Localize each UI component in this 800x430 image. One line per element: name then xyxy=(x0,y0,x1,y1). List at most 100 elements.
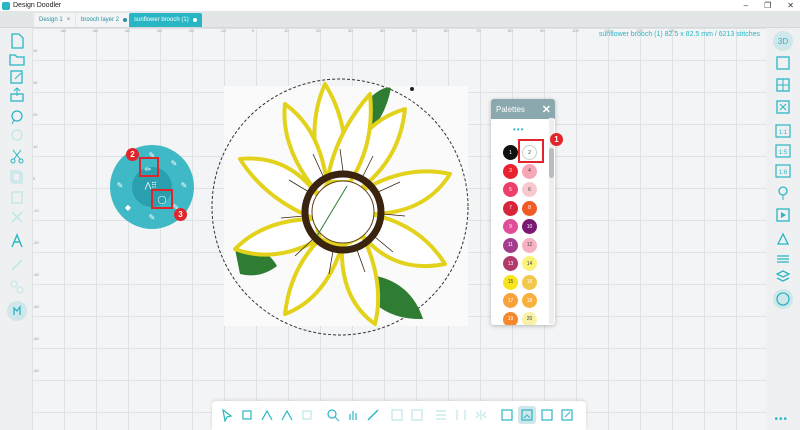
scroll-thumb[interactable] xyxy=(549,148,554,178)
zoom-icon[interactable] xyxy=(324,406,342,424)
rotate-handle-icon[interactable] xyxy=(410,87,414,91)
title-bar: Design Doodler – ❐ ✕ xyxy=(0,0,800,11)
ruler-tick: 70 xyxy=(476,28,481,33)
new-document-icon[interactable] xyxy=(8,32,26,50)
brush-tool-icon[interactable]: ✎ xyxy=(168,157,180,169)
3d-view-icon[interactable]: 3D xyxy=(772,30,794,52)
grid-view-icon[interactable] xyxy=(774,76,792,94)
pin-icon[interactable] xyxy=(774,184,792,202)
node-add-icon[interactable] xyxy=(278,406,296,424)
color-swatch-1[interactable]: 1 xyxy=(503,145,518,160)
ruler-tick: -60 xyxy=(60,28,66,33)
ruler-tick: 80 xyxy=(508,28,513,33)
image-layer-icon[interactable] xyxy=(498,406,516,424)
color-sort-icon[interactable] xyxy=(774,230,792,248)
color-swatch-16[interactable]: 16 xyxy=(522,274,537,290)
highlight-swatch-2 xyxy=(518,139,544,163)
delete-icon[interactable] xyxy=(8,208,26,226)
palettes-header: Palettes ✕ xyxy=(491,99,555,119)
measure-icon[interactable] xyxy=(364,406,382,424)
ruler-tick: -30 xyxy=(33,272,39,277)
palette-scrollbar[interactable] xyxy=(549,118,554,324)
crop-icon[interactable] xyxy=(298,406,316,424)
tab-close-icon[interactable]: × xyxy=(67,17,71,23)
ungroup-icon[interactable] xyxy=(408,406,426,424)
color-swatch-18[interactable]: 18 xyxy=(522,293,537,308)
zoom-1-5-icon[interactable]: 1:5 xyxy=(774,142,792,160)
draw-image-icon[interactable] xyxy=(558,406,576,424)
color-swatch-12[interactable]: 12 xyxy=(522,237,537,253)
tab-label: brooch layer 2 xyxy=(81,17,120,23)
color-swatch-6[interactable]: 6 xyxy=(522,182,537,197)
node-edit-icon[interactable] xyxy=(258,406,276,424)
tab-design-1[interactable]: Design 1 × xyxy=(34,13,76,27)
brush-tool-icon[interactable]: ✎ xyxy=(178,179,190,191)
open-folder-icon[interactable] xyxy=(8,50,26,68)
lasso-icon[interactable] xyxy=(8,108,26,126)
mirror-icon[interactable] xyxy=(472,406,490,424)
brush-tool-icon[interactable]: ✎ xyxy=(146,211,158,223)
maximize-icon[interactable]: ❐ xyxy=(764,1,771,10)
paste-icon[interactable] xyxy=(8,188,26,206)
ruler-tick: -40 xyxy=(124,28,130,33)
ruler-tick: 50 xyxy=(412,28,417,33)
zoom-1-6-icon[interactable]: 1:6 xyxy=(774,162,792,180)
brush-tool-icon[interactable]: ✎ xyxy=(114,179,126,191)
text-tool-icon[interactable] xyxy=(8,232,26,250)
unsaved-dot-icon xyxy=(123,18,128,22)
palettes-panel: Palettes ✕ ••• 1 2 3 4 5 6 7 8 9 10 11 12 13 14 15 16 17… xyxy=(491,99,555,325)
color-swatch-20[interactable]: 20 xyxy=(522,311,537,325)
zoom-1-1-icon[interactable]: 1:1 xyxy=(774,122,792,140)
color-swatch-13[interactable]: 13 xyxy=(503,256,518,271)
layers-icon[interactable] xyxy=(774,250,792,268)
hand-stitch-icon[interactable] xyxy=(6,300,28,322)
color-swatch-8[interactable]: 8 xyxy=(522,200,537,216)
stitch-player-icon[interactable] xyxy=(774,206,792,224)
transform-icon[interactable] xyxy=(238,406,256,424)
pointer-icon[interactable] xyxy=(218,406,236,424)
color-swatch-7[interactable]: 7 xyxy=(503,200,518,216)
scissors-icon[interactable] xyxy=(8,148,26,166)
group-icon[interactable] xyxy=(388,406,406,424)
close-icon[interactable]: ✕ xyxy=(787,1,794,10)
edit-document-icon[interactable] xyxy=(8,68,26,86)
color-swatch-9[interactable]: 9 xyxy=(503,219,518,234)
color-swatch-3[interactable]: 3 xyxy=(503,163,518,179)
stitch-view-icon[interactable] xyxy=(518,406,536,424)
tab-brooch-layer-2[interactable]: brooch layer 2 xyxy=(76,13,133,27)
hoop-view-icon[interactable] xyxy=(774,54,792,72)
minimize-icon[interactable]: – xyxy=(744,1,748,10)
highlight-pencil xyxy=(139,157,159,177)
color-swatch-15[interactable]: 15 xyxy=(503,274,518,290)
thread-palette-icon[interactable] xyxy=(772,288,794,310)
color-swatch-17[interactable]: 17 xyxy=(503,293,518,308)
stack-icon[interactable] xyxy=(774,268,792,286)
eraser-tool-icon[interactable]: ◆ xyxy=(122,201,134,213)
fit-screen-icon[interactable] xyxy=(774,98,792,116)
design-info: sunflower brooch (1) 82.5 x 82.5 mm / 62… xyxy=(598,31,760,38)
color-swatch-10[interactable]: 10 xyxy=(522,219,537,234)
svg-text:3D: 3D xyxy=(778,37,788,46)
color-swatch-19[interactable]: 19 xyxy=(503,311,518,325)
background-icon[interactable] xyxy=(538,406,556,424)
copy-icon[interactable] xyxy=(8,168,26,186)
stitch-split-icon[interactable] xyxy=(8,278,26,296)
color-swatch-11[interactable]: 11 xyxy=(503,237,518,253)
pan-hand-icon[interactable] xyxy=(344,406,362,424)
palette-more-icon[interactable]: ••• xyxy=(513,125,524,134)
needle-icon[interactable] xyxy=(8,256,26,274)
color-swatch-4[interactable]: 4 xyxy=(522,163,537,179)
distribute-icon[interactable] xyxy=(452,406,470,424)
color-swatch-5[interactable]: 5 xyxy=(503,182,518,197)
tab-sunflower-brooch[interactable]: sunflower brooch (1) xyxy=(129,13,202,27)
sunflower-design[interactable] xyxy=(205,74,485,344)
ruler-tick: 10 xyxy=(284,28,289,33)
export-icon[interactable] xyxy=(8,86,26,104)
align-icon[interactable] xyxy=(432,406,450,424)
color-swatch-14[interactable]: 14 xyxy=(522,256,537,271)
ruler-tick: 90 xyxy=(540,28,545,33)
magic-wand-icon[interactable] xyxy=(8,126,26,144)
close-icon[interactable]: ✕ xyxy=(542,103,551,116)
ruler-tick: 0 xyxy=(33,176,36,181)
more-options-icon[interactable]: ••• xyxy=(774,414,788,425)
